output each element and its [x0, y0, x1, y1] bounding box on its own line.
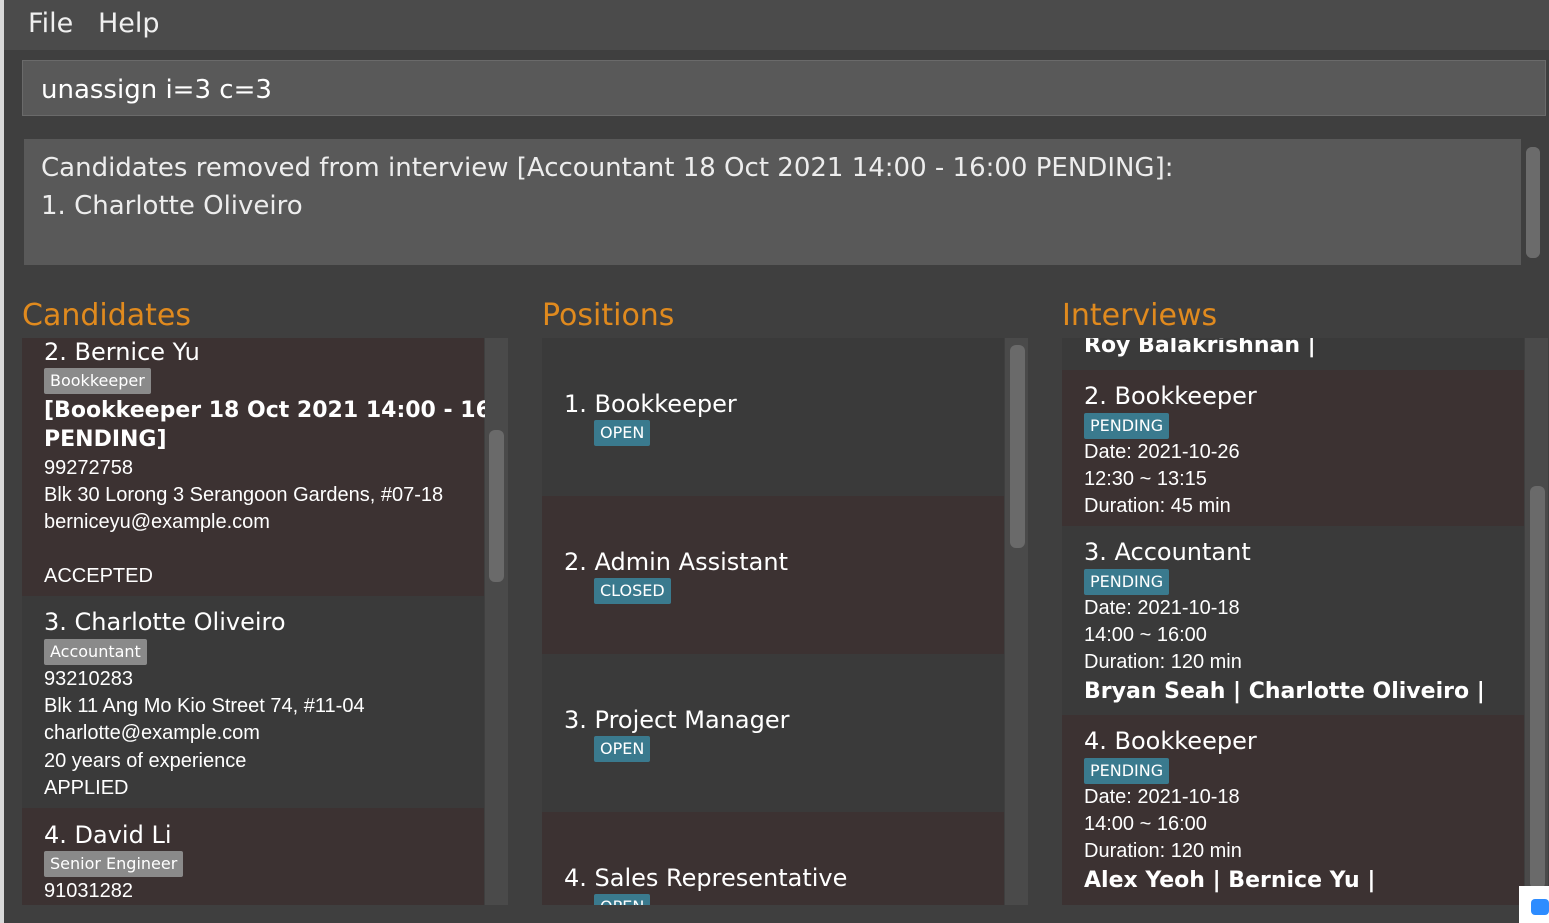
interview-time: 12:30 ~ 13:15 [1084, 468, 1207, 490]
result-line-2: 1. Charlotte Oliveiro [41, 191, 303, 221]
interview-candidates: Alex Yeoh | Bernice Yu | [1084, 868, 1376, 893]
candidates-title: Candidates [22, 298, 191, 333]
interview-candidates: Roy Balakrishnan | [1084, 338, 1316, 358]
candidate-email: charlotte@example.com [44, 722, 260, 744]
candidate-interview-cont: PENDING] [44, 427, 167, 452]
candidate-phone: 99272758 [44, 457, 133, 479]
candidate-card[interactable]: 4. David Li Senior Engineer 91031282 [22, 808, 484, 905]
window-left-edge [0, 0, 4, 923]
candidate-phone: 93210283 [44, 668, 133, 690]
interview-card[interactable]: 2. Bookkeeper PENDING Date: 2021-10-26 1… [1062, 370, 1524, 526]
candidate-name: 3. Charlotte Oliveiro [44, 608, 286, 636]
interview-candidates: Bryan Seah | Charlotte Oliveiro | [1084, 679, 1485, 704]
positions-scrollbar-thumb[interactable] [1010, 345, 1025, 548]
result-scrollbar[interactable] [1526, 147, 1540, 258]
interview-card[interactable]: Roy Balakrishnan | [1062, 338, 1524, 370]
interviews-scrollbar-thumb[interactable] [1530, 486, 1545, 889]
interviews-list: Roy Balakrishnan | 2. Bookkeeper PENDING… [1062, 338, 1548, 905]
candidates-scrollbar-thumb[interactable] [489, 430, 504, 582]
candidate-experience: 20 years of experience [44, 750, 247, 772]
interview-status-badge: PENDING [1084, 758, 1170, 784]
candidate-address: Blk 30 Lorong 3 Serangoon Gardens, #07-1… [44, 484, 444, 506]
candidate-tag: Senior Engineer [44, 851, 184, 877]
candidate-tag: Accountant [44, 639, 147, 665]
menu-file[interactable]: File [28, 8, 73, 39]
candidate-phone: 91031282 [44, 880, 133, 902]
position-status-badge: OPEN [594, 736, 651, 762]
interview-status-badge: PENDING [1084, 413, 1170, 439]
result-line-1: Candidates removed from interview [Accou… [41, 153, 1174, 183]
interview-title: 2. Bookkeeper [1084, 382, 1257, 410]
candidate-status: APPLIED [44, 777, 129, 799]
interview-duration: Duration: 45 min [1084, 495, 1231, 517]
interview-duration: Duration: 120 min [1084, 651, 1242, 673]
position-title: 4. Sales Representative [564, 864, 848, 892]
interview-card[interactable]: 3. Accountant PENDING Date: 2021-10-18 1… [1062, 526, 1524, 715]
interview-time: 14:00 ~ 16:00 [1084, 813, 1207, 835]
interview-title: 3. Accountant [1084, 538, 1251, 566]
command-input[interactable]: unassign i=3 c=3 [22, 60, 1546, 116]
video-icon [1531, 899, 1549, 915]
candidate-card[interactable]: 2. Bernice Yu Bookkeeper [Bookkeeper 18 … [22, 338, 508, 596]
candidates-list: 2. Bernice Yu Bookkeeper [Bookkeeper 18 … [22, 338, 508, 905]
interview-time: 14:00 ~ 16:00 [1084, 624, 1207, 646]
position-status-badge: OPEN [594, 420, 651, 446]
positions-list: 1. Bookkeeper OPEN 2. Admin Assistant CL… [542, 338, 1028, 905]
candidate-status: ACCEPTED [44, 565, 153, 587]
position-card[interactable]: 4. Sales Representative OPEN [542, 812, 1004, 905]
candidate-email: berniceyu@example.com [44, 511, 270, 533]
position-card[interactable]: 3. Project Manager OPEN [542, 654, 1004, 812]
interview-card[interactable]: 4. Bookkeeper PENDING Date: 2021-10-18 1… [1062, 715, 1524, 905]
candidate-name: 2. Bernice Yu [44, 338, 200, 366]
position-status-badge: OPEN [594, 894, 651, 905]
interview-date: Date: 2021-10-18 [1084, 597, 1240, 619]
menu-bar: File Help [4, 0, 1549, 50]
position-title: 3. Project Manager [564, 706, 790, 734]
position-card[interactable]: 1. Bookkeeper OPEN [542, 338, 1004, 496]
positions-title: Positions [542, 298, 675, 333]
position-title: 2. Admin Assistant [564, 548, 788, 576]
candidate-name: 4. David Li [44, 821, 172, 849]
candidate-tag: Bookkeeper [44, 368, 151, 394]
candidate-card[interactable]: 3. Charlotte Oliveiro Accountant 9321028… [22, 596, 484, 808]
position-card[interactable]: 2. Admin Assistant CLOSED [542, 496, 1004, 654]
interview-title: 4. Bookkeeper [1084, 727, 1257, 755]
interview-date: Date: 2021-10-26 [1084, 441, 1240, 463]
result-display: Candidates removed from interview [Accou… [24, 139, 1521, 265]
candidate-address: Blk 11 Ang Mo Kio Street 74, #11-04 [44, 695, 365, 717]
interview-date: Date: 2021-10-18 [1084, 786, 1240, 808]
candidate-interview: [Bookkeeper 18 Oct 2021 14:00 - 16:00 [44, 398, 508, 423]
position-status-badge: CLOSED [594, 578, 671, 604]
position-title: 1. Bookkeeper [564, 390, 737, 418]
menu-help[interactable]: Help [98, 8, 160, 39]
interviews-title: Interviews [1062, 298, 1218, 333]
interview-duration: Duration: 120 min [1084, 840, 1242, 862]
result-scrollbar-thumb[interactable] [1526, 147, 1540, 258]
taskbar-app-icon[interactable] [1519, 886, 1549, 923]
interview-status-badge: PENDING [1084, 569, 1170, 595]
candidates-scrollbar[interactable] [485, 338, 508, 905]
